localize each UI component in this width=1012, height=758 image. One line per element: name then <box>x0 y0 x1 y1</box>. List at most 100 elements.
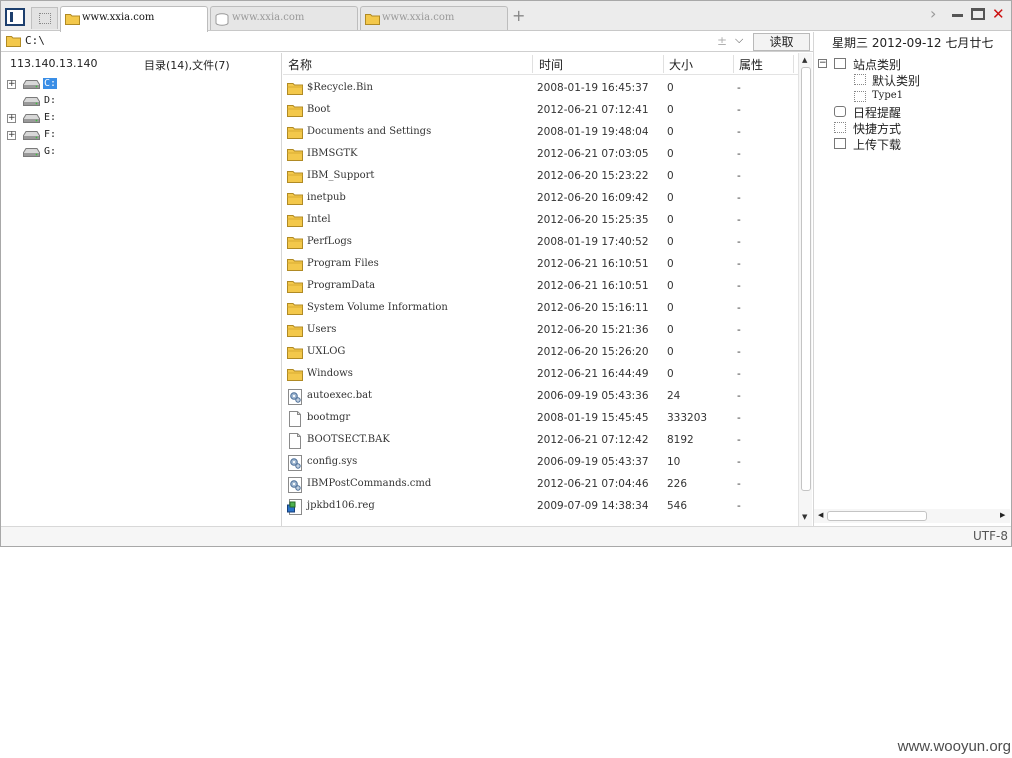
site-panel-hscrollbar[interactable]: ◀ ▶ <box>814 509 1010 523</box>
encoding-indicator[interactable]: UTF-8 <box>973 529 1008 543</box>
drive-item[interactable]: + C: <box>1 77 282 94</box>
maximize-button[interactable] <box>971 8 985 20</box>
scroll-up-icon[interactable]: ▲ <box>802 56 807 64</box>
file-row[interactable]: UXLOG 2012-06-20 15:26:20 0 - <box>283 342 798 364</box>
chevron-right-icon[interactable]: › <box>930 4 936 23</box>
plus-minus-icon[interactable]: ± <box>717 34 727 48</box>
file-name: ProgramData <box>307 280 376 291</box>
file-size: 10 <box>667 456 681 468</box>
file-attr: - <box>737 192 741 204</box>
blank-tab[interactable] <box>31 7 58 29</box>
file-list-header: 名称 时间 大小 属性 <box>283 53 798 75</box>
scroll-right-icon[interactable]: ▶ <box>1000 511 1005 519</box>
tab-3[interactable]: www.xxia.com <box>360 6 508 30</box>
file-size: 0 <box>667 346 674 358</box>
collapse-icon[interactable]: − <box>818 59 827 68</box>
file-row[interactable]: $Recycle.Bin 2008-01-19 16:45:37 0 - <box>283 78 798 100</box>
folder-icon <box>287 193 303 205</box>
file-attr: - <box>737 368 741 380</box>
drive-item[interactable]: + F: <box>1 128 282 145</box>
file-row[interactable]: autoexec.bat 2006-09-19 05:43:36 24 - <box>283 386 798 408</box>
file-row[interactable]: IBMPostCommands.cmd 2012-06-21 07:04:46 22… <box>283 474 798 496</box>
file-attr: - <box>737 104 741 116</box>
drive-label: D: <box>44 95 57 106</box>
hard-drive-icon <box>23 131 40 140</box>
column-time[interactable]: 时间 <box>539 56 563 74</box>
file-time: 2006-09-19 05:43:36 <box>537 390 649 402</box>
folder-icon <box>65 14 80 25</box>
read-button[interactable]: 读取 <box>753 33 810 51</box>
file-size: 0 <box>667 214 674 226</box>
scrollbar-thumb[interactable] <box>827 511 927 521</box>
chevron-down-icon[interactable]: ⌵ <box>735 33 743 47</box>
file-name: IBMPostCommands.cmd <box>307 478 432 489</box>
scrollbar-thumb[interactable] <box>801 67 811 491</box>
scroll-down-icon[interactable]: ▼ <box>802 513 807 521</box>
file-attr: - <box>737 346 741 358</box>
folder-icon <box>365 14 380 25</box>
column-divider[interactable] <box>733 55 734 73</box>
file-time: 2008-01-19 15:45:45 <box>537 412 649 424</box>
expand-icon[interactable]: + <box>7 80 16 89</box>
date-display: 星期三 2012-09-12 七月廿七 <box>832 36 994 50</box>
file-list-scrollbar[interactable]: ▲ ▼ <box>798 53 812 526</box>
folder-icon <box>287 281 303 293</box>
shortcut-icon <box>834 122 846 133</box>
sidebar-toggle-icon[interactable] <box>5 8 25 26</box>
drive-item[interactable]: + E: <box>1 111 282 128</box>
file-row[interactable]: PerfLogs 2008-01-19 17:40:52 0 - <box>283 232 798 254</box>
file-row[interactable]: ProgramData 2012-06-21 16:10:51 0 - <box>283 276 798 298</box>
file-size: 0 <box>667 324 674 336</box>
column-name[interactable]: 名称 <box>288 56 312 74</box>
file-row[interactable]: jpkbd106.reg 2009-07-09 14:38:34 546 - <box>283 496 798 518</box>
file-time: 2012-06-20 16:09:42 <box>537 192 649 204</box>
file-row[interactable]: Users 2012-06-20 15:21:36 0 - <box>283 320 798 342</box>
tab-2[interactable]: www.xxia.com <box>210 6 358 30</box>
file-size: 8192 <box>667 434 694 446</box>
column-size[interactable]: 大小 <box>669 56 693 74</box>
address-bar: C:\ ± ⌵ 读取 <box>1 32 813 52</box>
file-row[interactable]: Documents and Settings 2008-01-19 19:48:0… <box>283 122 798 144</box>
file-row[interactable]: bootmgr 2008-01-19 15:45:45 333203 - <box>283 408 798 430</box>
scroll-left-icon[interactable]: ◀ <box>818 511 823 519</box>
minimize-button[interactable] <box>952 8 963 18</box>
drive-item[interactable]: D: <box>1 94 282 111</box>
file-time: 2008-01-19 19:48:04 <box>537 126 649 138</box>
file-time: 2012-06-21 07:03:05 <box>537 148 649 160</box>
add-tab-button[interactable]: + <box>512 6 525 25</box>
file-attr: - <box>737 82 741 94</box>
column-attr[interactable]: 属性 <box>739 56 763 74</box>
file-row[interactable]: IBMSGTK 2012-06-21 07:03:05 0 - <box>283 144 798 166</box>
close-button[interactable]: ✕ <box>992 5 1005 23</box>
file-row[interactable]: IBM_Support 2012-06-20 15:23:22 0 - <box>283 166 798 188</box>
file-row[interactable]: Program Files 2012-06-21 16:10:51 0 - <box>283 254 798 276</box>
folder-icon <box>287 215 303 227</box>
category-icon <box>854 74 866 85</box>
file-row[interactable]: BOOTSECT.BAK 2012-06-21 07:12:42 8192 - <box>283 430 798 452</box>
file-name: BOOTSECT.BAK <box>307 434 390 445</box>
file-row[interactable]: config.sys 2006-09-19 05:43:37 10 - <box>283 452 798 474</box>
file-row[interactable]: inetpub 2012-06-20 16:09:42 0 - <box>283 188 798 210</box>
drive-item[interactable]: G: <box>1 145 282 162</box>
expand-icon[interactable]: + <box>7 114 16 123</box>
path-input[interactable]: C:\ <box>25 34 45 47</box>
file-name: UXLOG <box>307 346 346 357</box>
file-row[interactable]: System Volume Information 2012-06-20 15:1… <box>283 298 798 320</box>
expand-icon[interactable]: + <box>7 131 16 140</box>
file-name: Boot <box>307 104 331 115</box>
column-divider[interactable] <box>793 55 794 73</box>
column-divider[interactable] <box>663 55 664 73</box>
tree-label: 日程提醒 <box>853 106 902 120</box>
file-time: 2008-01-19 17:40:52 <box>537 236 649 248</box>
file-row[interactable]: Windows 2012-06-21 16:44:49 0 - <box>283 364 798 386</box>
tree-label: 上传下载 <box>853 138 902 152</box>
folder-icon <box>287 237 303 249</box>
column-divider[interactable] <box>532 55 533 73</box>
file-row[interactable]: Boot 2012-06-21 07:12:41 0 - <box>283 100 798 122</box>
folder-icon <box>287 369 303 381</box>
file-name: $Recycle.Bin <box>307 82 373 93</box>
tab-1[interactable]: www.xxia.com <box>60 6 208 32</box>
file-row[interactable]: Intel 2012-06-20 15:25:35 0 - <box>283 210 798 232</box>
file-attr: - <box>737 148 741 160</box>
file-size: 333203 <box>667 412 708 424</box>
